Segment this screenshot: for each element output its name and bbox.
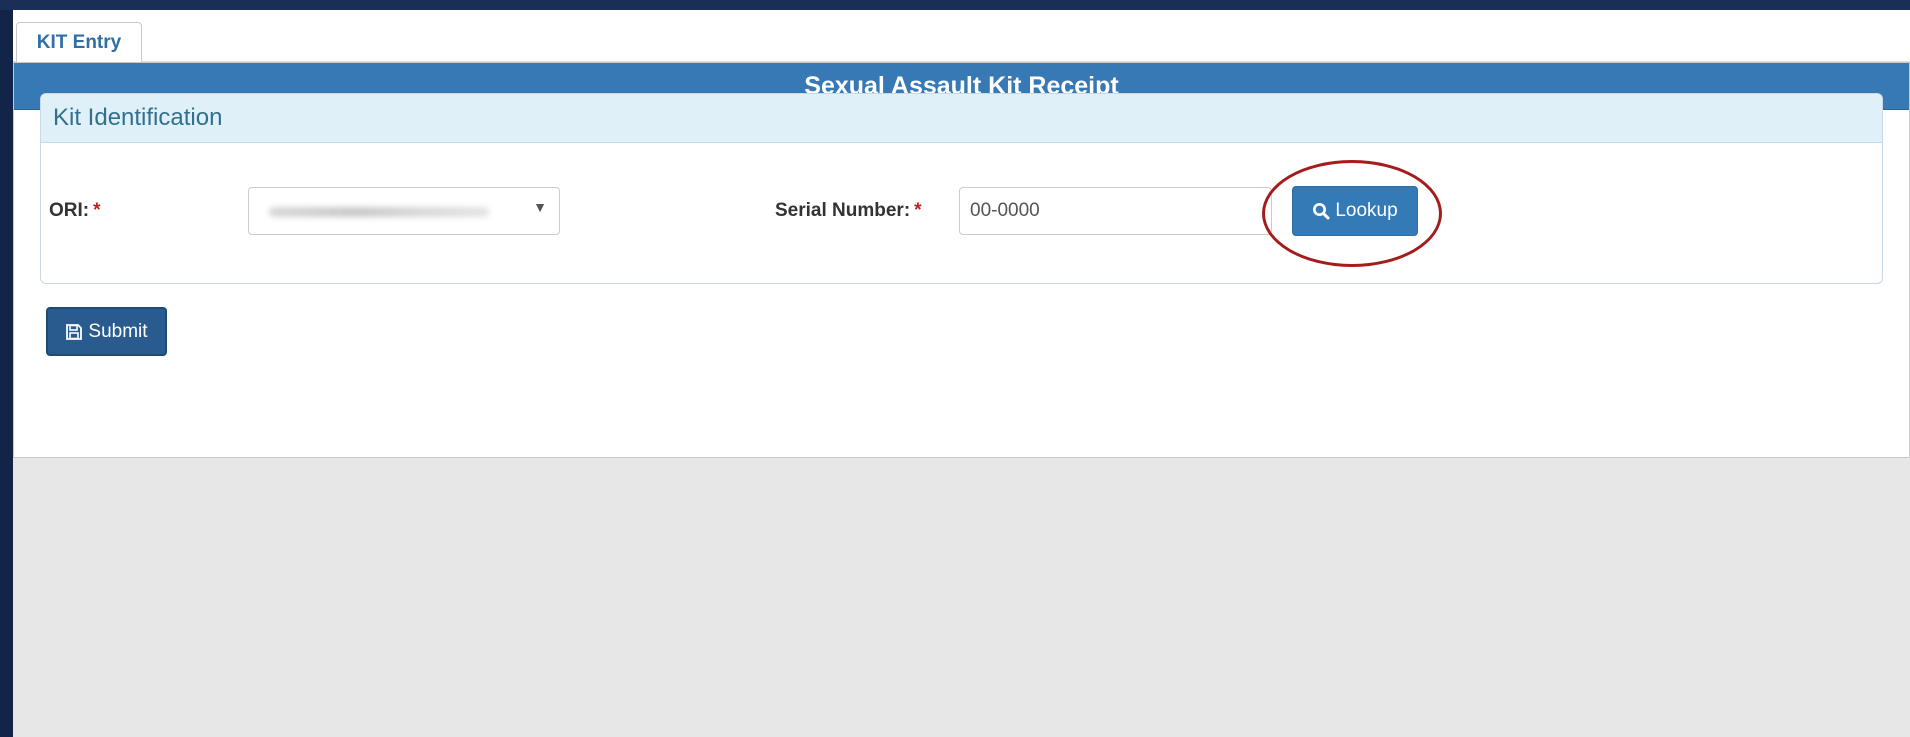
ori-label-text: ORI: <box>49 200 90 221</box>
tab-kit-entry[interactable]: KIT Entry <box>16 22 142 62</box>
content-area: KIT Entry Sexual Assault Kit Receipt Kit… <box>13 10 1910 737</box>
submit-button[interactable]: Submit <box>46 307 167 356</box>
fieldset-legend: Kit Identification <box>41 94 1882 143</box>
save-icon <box>65 323 83 341</box>
lookup-button[interactable]: Lookup <box>1292 186 1418 236</box>
search-icon <box>1312 202 1330 220</box>
ori-label: ORI: * <box>49 200 101 222</box>
lookup-label: Lookup <box>1335 200 1398 221</box>
serial-required-mark: * <box>914 200 922 221</box>
serial-number-label: Serial Number: * <box>775 200 922 222</box>
tab-bar: KIT Entry <box>13 10 1910 62</box>
serial-label-text: Serial Number: <box>775 200 911 221</box>
ori-selected-value-redacted <box>269 207 489 217</box>
ori-required-mark: * <box>93 200 101 221</box>
dropdown-arrow-icon: ▼ <box>533 199 547 215</box>
app-window: KIT Entry Sexual Assault Kit Receipt Kit… <box>0 0 1910 737</box>
serial-number-input[interactable] <box>959 187 1272 235</box>
ori-select[interactable]: ▼ <box>248 187 560 235</box>
submit-label: Submit <box>88 320 148 342</box>
top-strip <box>0 0 1910 10</box>
